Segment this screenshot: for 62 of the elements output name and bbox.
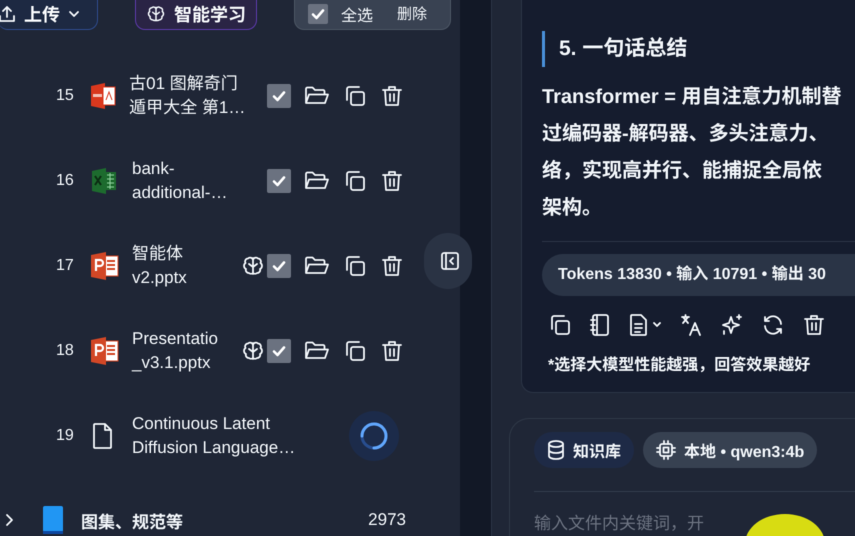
select-all-label[interactable]: 全选	[341, 2, 374, 26]
book-icon	[41, 505, 65, 535]
answer-text-line: 过编码器-解码器、多头注意力、	[542, 122, 829, 147]
row-number: 19	[56, 426, 75, 444]
upload-button[interactable]: 上传	[0, 0, 98, 30]
pdf-file-icon	[88, 82, 117, 110]
knowledge-base-toggle[interactable]: 知识库	[534, 432, 634, 468]
chip-icon	[656, 440, 676, 460]
answer-text-line: Transformer = 用自注意力机制替	[542, 84, 842, 110]
file-count: 2973	[368, 510, 406, 530]
upload-icon	[0, 4, 16, 22]
select-all-checkbox[interactable]	[308, 4, 328, 24]
row-number: 17	[56, 256, 75, 274]
trash-icon[interactable]	[380, 254, 404, 278]
copy-icon[interactable]	[343, 168, 367, 192]
answer-text-line: 架构。	[542, 196, 602, 221]
folder-name[interactable]: 图集、规范等	[81, 508, 368, 532]
smart-learning-button[interactable]: 智能学习	[135, 0, 257, 30]
document-dropdown-icon[interactable]	[628, 313, 662, 337]
checkmark-icon	[272, 174, 286, 188]
answer-text-line: 络，实现高并行、能捕捉全局依	[542, 158, 822, 184]
row-number: 15	[56, 86, 75, 104]
copy-icon[interactable]	[548, 313, 572, 337]
file-name[interactable]: Presentatio _v3.1.pptx	[132, 326, 238, 374]
sidebar-collapse-icon	[440, 251, 460, 271]
checkmark-icon	[272, 88, 286, 102]
file-name[interactable]: Continuous Latent Diffusion Language…	[132, 412, 296, 460]
presentation-file-icon	[90, 336, 120, 366]
checkbox[interactable]	[267, 168, 291, 192]
trash-icon[interactable]	[380, 84, 404, 108]
chevron-icon[interactable]	[4, 512, 16, 528]
translate-icon[interactable]	[679, 313, 703, 337]
section-heading: 5. 一句话总结	[542, 31, 855, 67]
file-name[interactable]: 智能体 v2.pptx	[132, 242, 238, 290]
trash-icon[interactable]	[802, 313, 826, 337]
row-number: 18	[56, 342, 75, 360]
file-name[interactable]: 古01 图解奇门 遁甲大全 第1…	[129, 72, 241, 120]
copy-icon[interactable]	[343, 338, 367, 362]
trash-icon[interactable]	[380, 338, 404, 362]
checkbox[interactable]	[267, 254, 291, 278]
database-icon	[547, 440, 565, 460]
caret-icon	[68, 10, 80, 18]
hint-text: *选择大模型性能越强，回答效果越好	[547, 355, 812, 375]
notebook-icon[interactable]	[589, 313, 611, 337]
delete-button[interactable]: 删除	[397, 3, 428, 24]
sparkle-icon[interactable]	[720, 313, 744, 337]
trash-icon[interactable]	[380, 168, 404, 192]
presentation-file-icon	[90, 250, 120, 280]
copy-icon[interactable]	[343, 84, 367, 108]
checkmark-icon	[311, 6, 325, 20]
file-name[interactable]: bank- additional-…	[132, 156, 238, 204]
token-usage: Tokens 13830 • 输入 10791 • 输出 30	[542, 254, 855, 296]
question-input[interactable]: 输入文件内关键词，开	[534, 514, 716, 534]
copy-icon[interactable]	[343, 254, 367, 278]
checkmark-icon	[272, 258, 286, 272]
checkmark-icon	[272, 344, 286, 358]
row-number: 16	[56, 172, 75, 190]
checkbox[interactable]	[267, 84, 291, 108]
model-selector[interactable]: 本地 • qwen3:4b	[643, 432, 818, 468]
refresh-icon[interactable]	[761, 313, 785, 337]
spreadsheet-file-icon	[90, 166, 118, 194]
checkbox[interactable]	[267, 338, 291, 362]
